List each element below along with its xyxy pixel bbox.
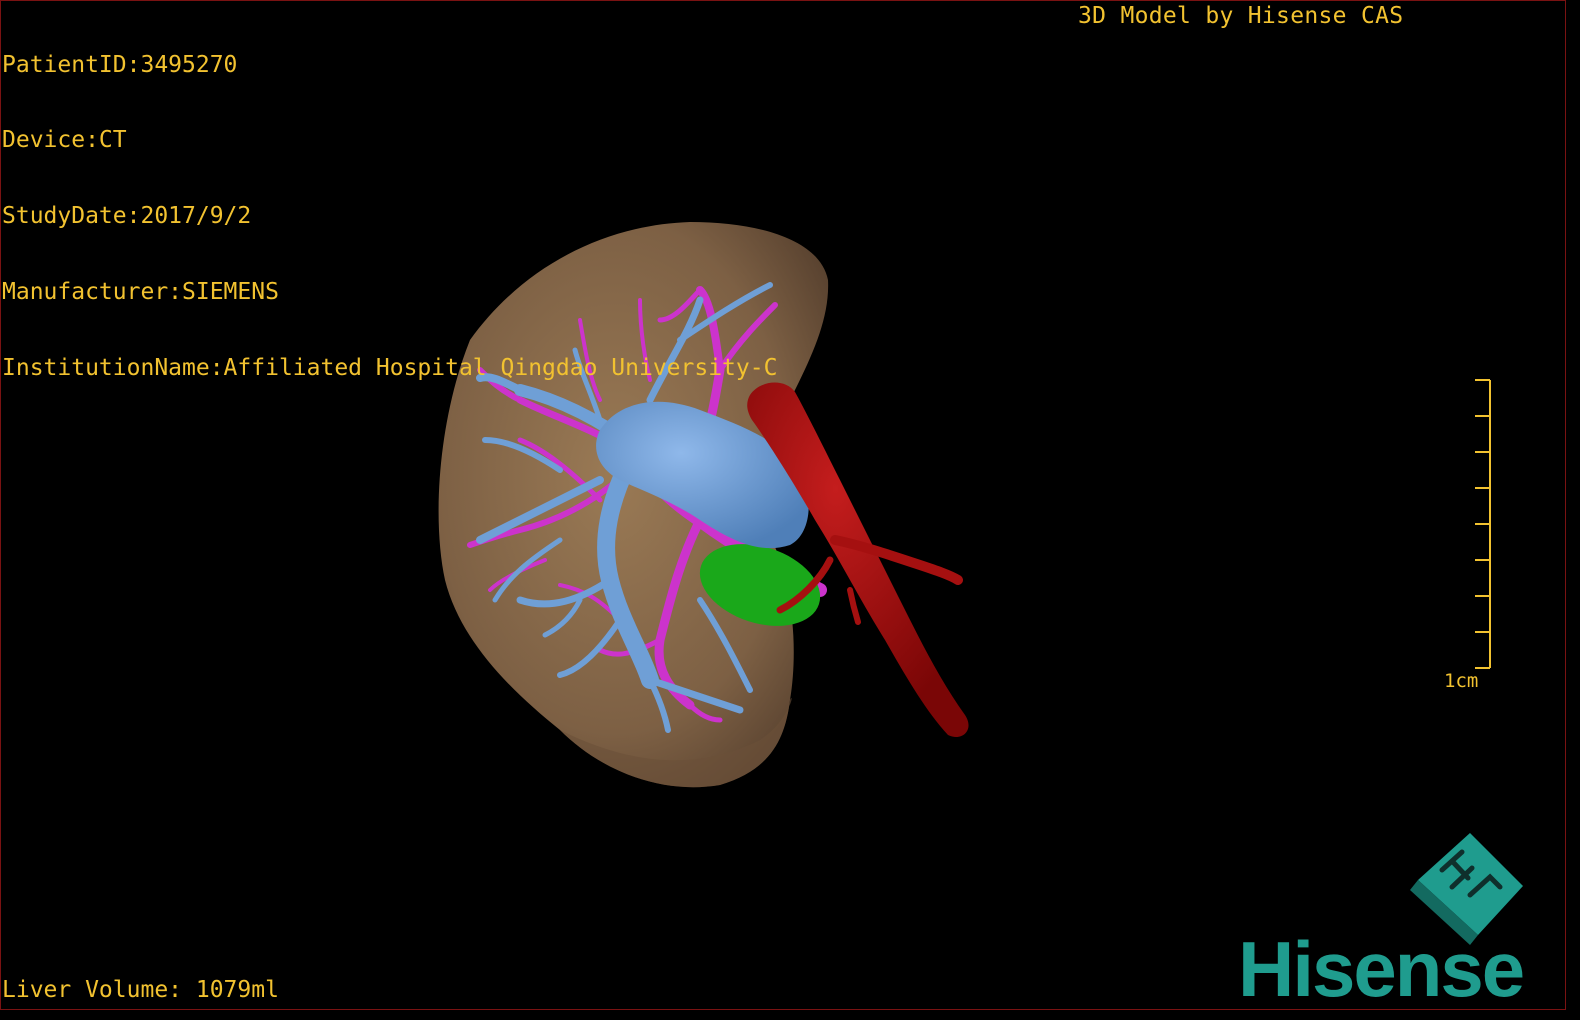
device: Device:CT	[2, 127, 127, 154]
scale-bar-label: 1cm	[1444, 670, 1479, 692]
liver-volume: Liver Volume: 1079ml	[2, 977, 279, 1003]
institution-name: InstitutionName:Affiliated Hospital Qing…	[2, 355, 778, 382]
study-date: StudyDate:2017/9/2	[2, 203, 252, 230]
hisense-logo-text: Hisense	[1238, 925, 1525, 1013]
patient-id: PatientID:3495270	[2, 51, 238, 78]
model-credit: 3D Model by Hisense CAS	[1078, 3, 1404, 29]
patient-info-overlay: PatientID:3495270 Device:CT StudyDate:20…	[2, 2, 777, 407]
manufacturer: Manufacturer:SIEMENS	[2, 279, 279, 306]
scale-bar	[1475, 379, 1491, 669]
